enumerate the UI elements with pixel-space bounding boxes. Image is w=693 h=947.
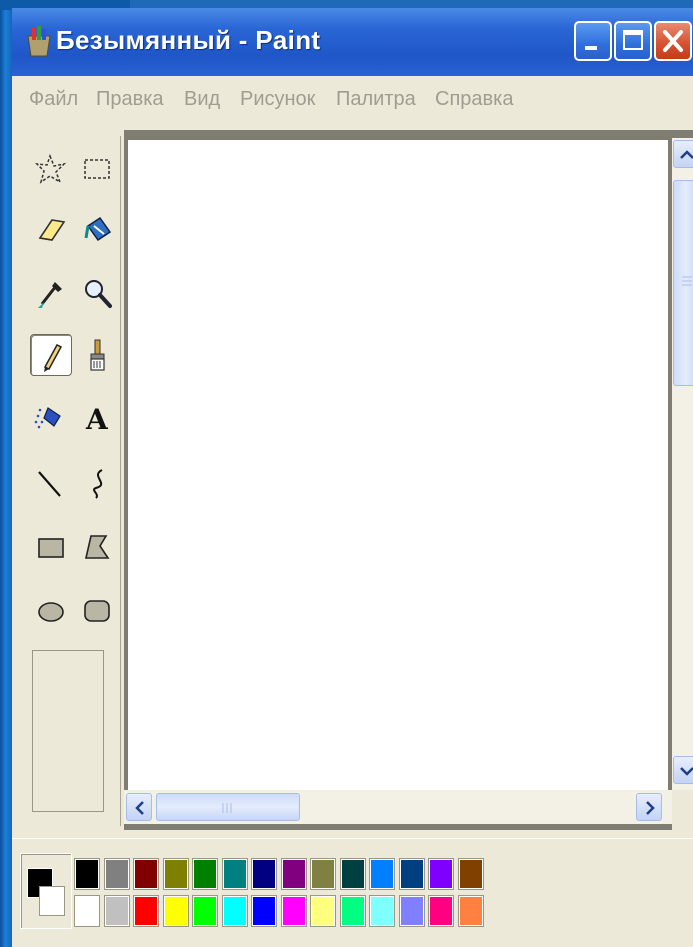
tool-text[interactable]: A [76, 396, 118, 438]
grip-icon [682, 276, 692, 286]
pencil-icon [43, 344, 63, 372]
vertical-scroll-thumb[interactable] [673, 180, 693, 386]
polygon-icon [84, 535, 110, 559]
color-swatch[interactable] [457, 858, 484, 890]
horizontal-scroll-thumb[interactable] [156, 793, 300, 821]
text-tool-glyph: A [85, 403, 109, 436]
color-swatch[interactable] [310, 858, 336, 890]
color-swatch[interactable] [369, 858, 395, 890]
color-swatch[interactable] [74, 895, 100, 927]
drawing-canvas[interactable] [128, 140, 668, 790]
color-swatch[interactable] [428, 858, 454, 890]
paint-window: Безымянный - Paint Файл Правка Вид Рисун… [12, 8, 693, 947]
color-swatch[interactable] [221, 858, 248, 890]
canvas-area [124, 130, 693, 830]
magnifier-icon [85, 280, 112, 308]
tool-polygon[interactable] [76, 526, 118, 568]
rect-select-icon [84, 159, 110, 179]
color-swatch[interactable] [221, 895, 248, 927]
fill-bucket-icon [84, 216, 112, 242]
window-title: Безымянный - Paint [56, 25, 321, 55]
tool-line[interactable] [30, 462, 72, 504]
color-swatch[interactable] [310, 895, 336, 927]
color-swatch[interactable] [103, 895, 130, 927]
color-swatch[interactable] [251, 858, 277, 890]
color-swatch[interactable] [162, 895, 189, 927]
text-icon: A [85, 403, 109, 436]
line-icon [38, 471, 61, 497]
menu-edit[interactable]: Правка [96, 88, 164, 111]
maximize-button[interactable] [614, 21, 652, 61]
color-swatch[interactable] [162, 858, 189, 890]
chevron-left-icon [135, 801, 144, 815]
current-colors-box[interactable] [20, 853, 72, 929]
eyedropper-icon [38, 282, 62, 308]
ellipse-icon [38, 602, 64, 622]
color-swatch[interactable] [133, 858, 159, 890]
color-swatch[interactable] [339, 858, 366, 890]
menu-colors[interactable]: Палитра [336, 88, 416, 111]
color-swatch[interactable] [280, 895, 307, 927]
color-swatch[interactable] [457, 895, 484, 927]
tool-curve[interactable] [76, 462, 118, 504]
color-palette [12, 838, 693, 947]
color-swatch[interactable] [133, 895, 159, 927]
curve-icon [93, 469, 103, 499]
eraser-icon [38, 219, 66, 241]
tool-airbrush[interactable] [30, 396, 72, 438]
tool-ellipse[interactable] [30, 590, 72, 632]
background-color[interactable] [39, 886, 65, 916]
menu-image[interactable]: Рисунок [240, 88, 315, 111]
color-swatch[interactable] [103, 858, 130, 890]
rectangle-icon [38, 538, 64, 558]
horizontal-scrollbar[interactable] [124, 790, 674, 824]
tool-rect-select[interactable] [76, 148, 118, 190]
rounded-rectangle-icon [84, 600, 110, 622]
grip-icon [222, 803, 232, 813]
minimize-button[interactable] [574, 21, 612, 61]
close-icon [663, 30, 683, 52]
brush-icon [90, 339, 105, 371]
chevron-down-icon [680, 767, 693, 776]
paint-app-icon [24, 26, 54, 58]
menu-file[interactable]: Файл [29, 88, 78, 111]
tool-magnifier[interactable] [76, 272, 118, 314]
close-button[interactable] [654, 21, 692, 61]
color-swatch[interactable] [339, 895, 366, 927]
tool-eraser[interactable] [30, 208, 72, 250]
menu-help[interactable]: Справка [435, 88, 513, 111]
chevron-up-icon [680, 150, 693, 159]
tool-pick-color[interactable] [30, 272, 72, 314]
tool-options-box[interactable] [32, 650, 104, 812]
minimize-icon [585, 46, 597, 50]
tool-rectangle[interactable] [30, 526, 72, 568]
color-swatch[interactable] [251, 895, 277, 927]
tool-brush[interactable] [76, 334, 118, 376]
tool-rounded-rectangle[interactable] [76, 590, 118, 632]
menu-bar: Файл Правка Вид Рисунок Палитра Справка [12, 76, 693, 122]
airbrush-icon [34, 407, 61, 429]
scroll-up-button[interactable] [673, 140, 693, 168]
color-swatch[interactable] [398, 895, 425, 927]
free-form-select-icon [34, 153, 67, 184]
color-swatch[interactable] [192, 895, 218, 927]
color-swatch[interactable] [192, 858, 218, 890]
maximize-icon [623, 30, 643, 50]
color-swatch[interactable] [74, 858, 100, 890]
color-swatch[interactable] [398, 858, 425, 890]
color-swatch[interactable] [428, 895, 454, 927]
scrollbar-corner [672, 790, 693, 830]
color-swatch[interactable] [369, 895, 395, 927]
menu-view[interactable]: Вид [184, 88, 220, 111]
tool-free-form-select[interactable] [30, 148, 72, 190]
title-bar[interactable]: Безымянный - Paint [12, 8, 693, 76]
scroll-left-button[interactable] [126, 793, 152, 821]
vertical-scrollbar[interactable] [672, 138, 693, 792]
tool-fill[interactable] [76, 208, 118, 250]
scroll-right-button[interactable] [636, 793, 662, 821]
tool-pencil[interactable] [30, 334, 72, 376]
scroll-down-button[interactable] [673, 756, 693, 784]
chevron-right-icon [646, 801, 655, 815]
color-swatch[interactable] [280, 858, 307, 890]
